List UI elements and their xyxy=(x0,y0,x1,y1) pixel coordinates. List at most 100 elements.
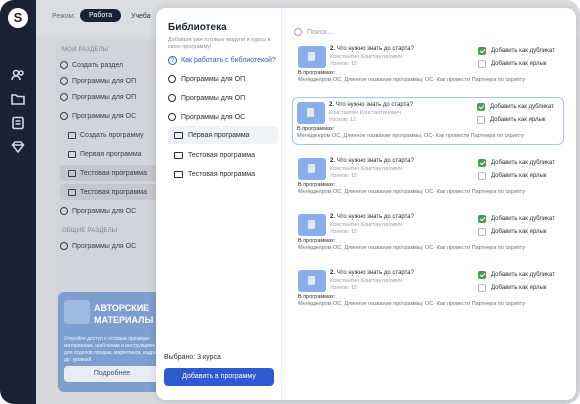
course-lessons: Уроков: 12 xyxy=(330,229,357,235)
promo-more-button[interactable]: Подробнее xyxy=(64,366,160,382)
question-icon: ? xyxy=(168,56,177,65)
section-row[interactable]: Программы для ОП xyxy=(60,89,160,105)
document-icon[interactable] xyxy=(11,116,25,130)
mode-work-toggle[interactable]: Работа xyxy=(80,9,122,22)
program-row[interactable]: Тестовая программа xyxy=(60,184,160,200)
folder-icon[interactable] xyxy=(11,92,25,106)
shortcut-checkbox[interactable]: Добавить как ярлык xyxy=(478,284,546,292)
chevron-icon xyxy=(168,94,176,102)
folder-icon xyxy=(68,188,76,196)
duplicate-checkbox[interactable]: Добавить как дубликат xyxy=(478,159,555,167)
library-folder[interactable]: Первая программа xyxy=(168,126,278,144)
checkbox-checked-icon xyxy=(478,159,486,167)
course-author: Константин Константинович xyxy=(329,110,401,116)
course-card[interactable]: 2. Что нужно знать до старта? Константин … xyxy=(294,42,564,88)
duplicate-checkbox[interactable]: Добавить как дубликат xyxy=(477,103,554,111)
section-row[interactable]: Программы для ОС xyxy=(60,238,160,254)
program-row[interactable]: Тестовая программа xyxy=(60,165,160,181)
chevron-icon xyxy=(60,77,68,85)
shortcut-checkbox[interactable]: Добавить как ярлык xyxy=(478,60,546,68)
course-author: Константин Константинович xyxy=(330,222,402,228)
course-title: 2. Что нужно знать до старта? xyxy=(330,214,414,220)
library-item[interactable]: Программы для ОС xyxy=(168,108,278,126)
chevron-icon xyxy=(168,75,176,83)
folder-icon xyxy=(174,151,183,159)
shortcut-checkbox[interactable]: Добавить как ярлык xyxy=(478,228,546,236)
promo-image xyxy=(64,300,90,324)
duplicate-checkbox[interactable]: Добавить как дубликат xyxy=(478,271,555,279)
create-section-button[interactable]: Создать раздел xyxy=(60,57,160,73)
library-modal: Библиотека Добавьте уже готовые модули и… xyxy=(156,8,576,400)
logo-icon[interactable]: S xyxy=(8,8,28,28)
create-program-button[interactable]: Создать программу xyxy=(60,127,160,143)
in-programs-label: В программах: xyxy=(297,126,335,132)
section-row[interactable]: Программы для ОС xyxy=(60,108,160,124)
selected-count: Выбрано: 3 курса xyxy=(164,354,221,361)
course-card[interactable]: 2. Что нужно знать до старта? Константин … xyxy=(294,154,564,200)
programs-list: Менеджером ОС, Длинное название программ… xyxy=(298,189,526,195)
diamond-icon[interactable] xyxy=(11,140,25,154)
section-row[interactable]: Программы для ОС xyxy=(60,203,160,219)
mode-study-toggle[interactable]: Учеба xyxy=(131,13,151,20)
checkbox-checked-icon xyxy=(477,103,485,111)
users-icon[interactable] xyxy=(11,68,25,82)
checkbox-empty-icon xyxy=(477,116,485,124)
in-programs-label: В программах: xyxy=(298,294,336,300)
checkbox-checked-icon xyxy=(478,215,486,223)
course-title: 2. Что нужно знать до старта? xyxy=(330,270,414,276)
chevron-icon xyxy=(60,93,68,101)
course-lessons: Уроков: 12 xyxy=(330,61,357,67)
checkbox-empty-icon xyxy=(478,284,486,292)
course-author: Константин Константинович xyxy=(330,278,402,284)
course-lessons: Уроков: 12 xyxy=(330,285,357,291)
app-window: S Режим: Работа Учеба МОИ РАЗДЕЛЫ Создат… xyxy=(0,0,580,404)
in-programs-label: В программах: xyxy=(298,70,336,76)
library-subtitle: Добавьте уже готовые модули и курсы в св… xyxy=(168,37,271,50)
my-sections-heading: МОИ РАЗДЕЛЫ xyxy=(62,47,109,53)
course-title: 2. Что нужно знать до старта? xyxy=(330,46,414,52)
library-help-link[interactable]: ? Как работать с библиотекой? xyxy=(168,56,276,65)
shortcut-checkbox[interactable]: Добавить как ярлык xyxy=(478,172,546,180)
library-folder[interactable]: Тестовая программа xyxy=(168,165,278,183)
add-to-program-button[interactable]: Добавить в программу xyxy=(164,368,274,386)
chevron-icon xyxy=(60,112,68,120)
library-item[interactable]: Программы для ОП xyxy=(168,89,278,107)
course-thumbnail xyxy=(298,270,326,292)
checkbox-empty-icon xyxy=(478,60,486,68)
program-row[interactable]: Первая программа xyxy=(60,146,160,162)
play-icon xyxy=(68,131,76,139)
folder-icon xyxy=(174,170,183,178)
checkbox-checked-icon xyxy=(478,47,486,55)
plus-icon xyxy=(60,61,68,69)
search-icon xyxy=(294,28,302,36)
programs-list: Менеджером ОС, Длинное название программ… xyxy=(298,301,526,307)
duplicate-checkbox[interactable]: Добавить как дубликат xyxy=(478,215,555,223)
course-lessons: Уроков: 12 xyxy=(329,117,356,123)
course-thumbnail xyxy=(298,214,326,236)
course-card[interactable]: 2. Что нужно знать до старта? Константин … xyxy=(294,210,564,256)
chevron-icon xyxy=(168,113,176,121)
search-input[interactable]: Поиск... xyxy=(294,25,564,39)
chevron-icon xyxy=(60,207,68,215)
course-title: 2. Что нужно знать до старта? xyxy=(329,102,413,108)
course-card[interactable]: 2. Что нужно знать до старта? Константин … xyxy=(294,266,564,312)
library-folder[interactable]: Тестовая программа xyxy=(168,146,278,164)
programs-list: Менеджером ОС, Длинное название программ… xyxy=(297,133,525,139)
library-item[interactable]: Программы для ОП xyxy=(168,70,278,88)
common-sections-heading: ОБЩИЕ РАЗДЕЛЫ xyxy=(62,228,118,234)
course-title: 2. Что нужно знать до старта? xyxy=(330,158,414,164)
promo-card: АВТОРСКИЕ МАТЕРИАЛЫ Откройте доступ к го… xyxy=(58,292,166,392)
in-programs-label: В программах: xyxy=(298,182,336,188)
library-sidebar: Библиотека Добавьте уже готовые модули и… xyxy=(156,8,282,400)
folder-icon xyxy=(68,169,76,177)
folder-icon xyxy=(174,131,183,139)
section-row[interactable]: Программы для ОП xyxy=(60,73,160,89)
in-programs-label: В программах: xyxy=(298,238,336,244)
shortcut-checkbox[interactable]: Добавить как ярлык xyxy=(477,116,545,124)
duplicate-checkbox[interactable]: Добавить как дубликат xyxy=(478,47,555,55)
checkbox-empty-icon xyxy=(478,172,486,180)
checkbox-empty-icon xyxy=(478,228,486,236)
course-card[interactable]: 2. Что нужно знать до старта? Константин … xyxy=(292,97,564,145)
course-thumbnail xyxy=(298,46,326,68)
course-thumbnail xyxy=(297,102,325,124)
